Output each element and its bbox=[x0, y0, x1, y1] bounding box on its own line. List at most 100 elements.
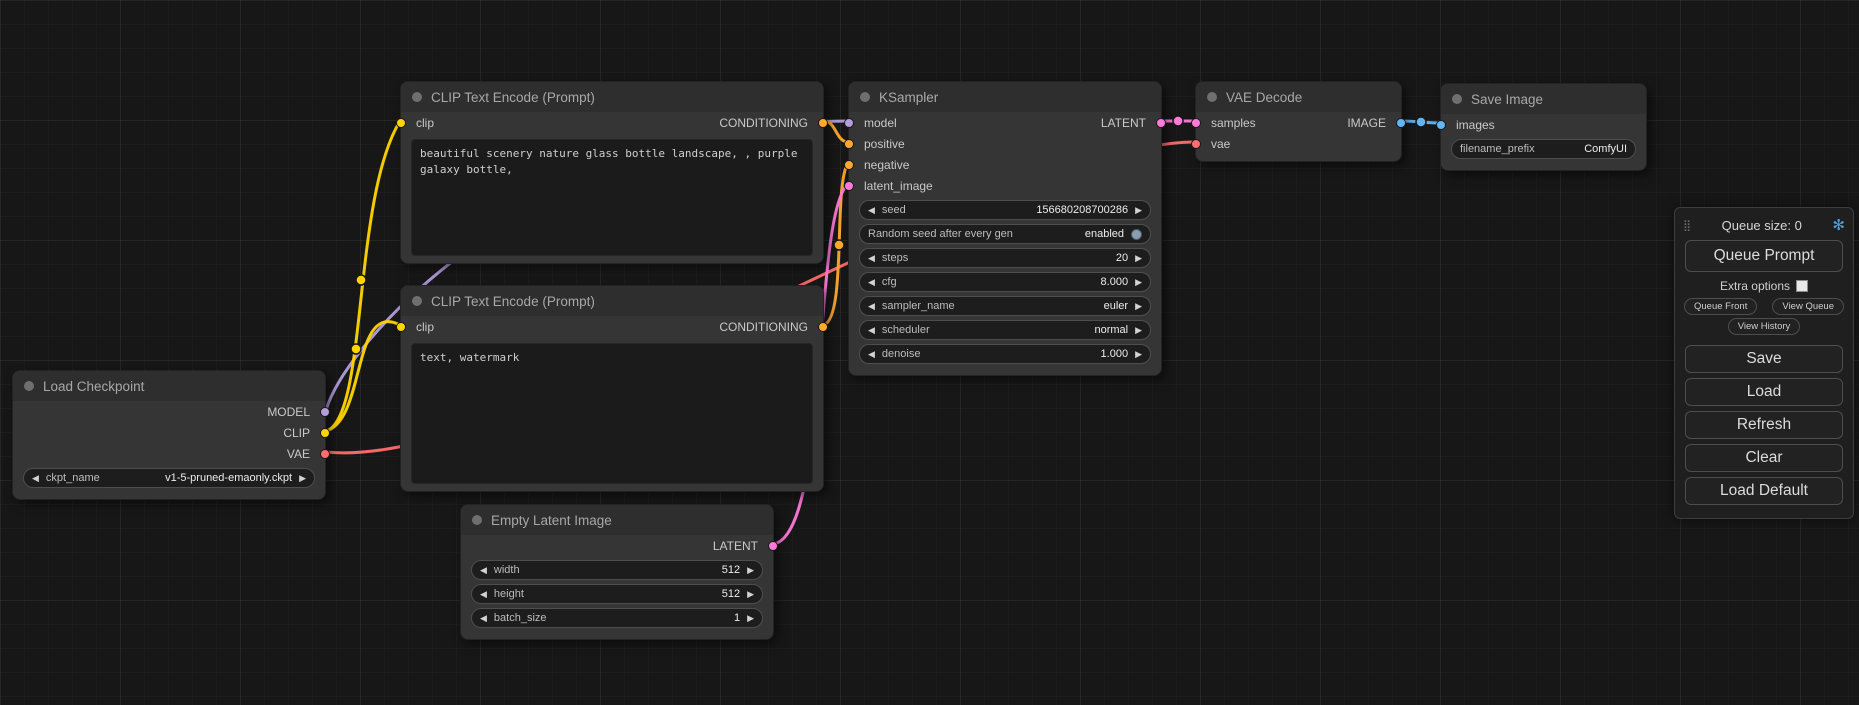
increment-arrow-icon[interactable]: ▶ bbox=[1135, 350, 1142, 359]
widget-value: euler bbox=[1104, 300, 1128, 312]
height-widget[interactable]: ◀ height 512 ▶ bbox=[471, 584, 763, 604]
ckpt-name-widget[interactable]: ◀ ckpt_name v1-5-pruned-emaonly.ckpt ▶ bbox=[23, 468, 315, 488]
io-row: positive bbox=[849, 133, 1161, 154]
clip-input-port[interactable] bbox=[396, 118, 406, 128]
sampler-name-widget[interactable]: ◀ sampler_name euler ▶ bbox=[859, 296, 1151, 316]
decrement-arrow-icon[interactable]: ◀ bbox=[868, 278, 875, 287]
view-queue-button[interactable]: View Queue bbox=[1772, 298, 1844, 315]
decrement-arrow-icon[interactable]: ◀ bbox=[868, 326, 875, 335]
filename-prefix-widget[interactable]: filename_prefix ComfyUI bbox=[1451, 139, 1636, 159]
increment-arrow-icon[interactable]: ▶ bbox=[1135, 254, 1142, 263]
samples-input-port[interactable] bbox=[1191, 118, 1201, 128]
node-title-bar[interactable]: VAE Decode bbox=[1196, 82, 1401, 112]
queue-prompt-button[interactable]: Queue Prompt bbox=[1685, 240, 1843, 272]
node-title-bar[interactable]: CLIP Text Encode (Prompt) bbox=[401, 286, 823, 316]
increment-arrow-icon[interactable]: ▶ bbox=[1135, 302, 1142, 311]
widget-value: 156680208700286 bbox=[1036, 204, 1128, 216]
collapse-dot[interactable] bbox=[1452, 94, 1462, 104]
prompt-textarea[interactable]: text, watermark bbox=[411, 343, 813, 484]
clip-input-port[interactable] bbox=[396, 322, 406, 332]
positive-input-port[interactable] bbox=[844, 139, 854, 149]
image-output-port[interactable] bbox=[1396, 118, 1406, 128]
node-empty-latent-image[interactable]: Empty Latent Image LATENT ◀ width 512 ▶ … bbox=[460, 504, 774, 640]
decrement-arrow-icon[interactable]: ◀ bbox=[480, 614, 487, 623]
node-load-checkpoint[interactable]: Load Checkpoint MODEL CLIP VAE ◀ ckpt_na… bbox=[12, 370, 326, 500]
decrement-arrow-icon[interactable]: ◀ bbox=[868, 350, 875, 359]
node-clip-text-encode-positive[interactable]: CLIP Text Encode (Prompt) clip CONDITION… bbox=[400, 81, 824, 264]
node-title-bar[interactable]: Load Checkpoint bbox=[13, 371, 325, 401]
latent-output-port[interactable] bbox=[768, 541, 778, 551]
denoise-widget[interactable]: ◀ denoise 1.000 ▶ bbox=[859, 344, 1151, 364]
images-input-port[interactable] bbox=[1436, 120, 1446, 130]
vae-output-port[interactable] bbox=[320, 449, 330, 459]
toggle-dot[interactable] bbox=[1131, 229, 1142, 240]
decrement-arrow-icon[interactable]: ◀ bbox=[480, 590, 487, 599]
width-widget[interactable]: ◀ width 512 ▶ bbox=[471, 560, 763, 580]
reroute-dot[interactable] bbox=[351, 344, 361, 354]
collapse-dot[interactable] bbox=[412, 296, 422, 306]
input-label: images bbox=[1456, 118, 1495, 132]
collapse-dot[interactable] bbox=[472, 515, 482, 525]
queue-front-button[interactable]: Queue Front bbox=[1684, 298, 1757, 315]
vae-input-port[interactable] bbox=[1191, 139, 1201, 149]
refresh-button[interactable]: Refresh bbox=[1685, 411, 1843, 439]
node-title-bar[interactable]: KSampler bbox=[849, 82, 1161, 112]
batch-size-widget[interactable]: ◀ batch_size 1 ▶ bbox=[471, 608, 763, 628]
node-save-image[interactable]: Save Image images filename_prefix ComfyU… bbox=[1440, 83, 1647, 171]
conditioning-output-port[interactable] bbox=[818, 322, 828, 332]
latent-image-input-port[interactable] bbox=[844, 181, 854, 191]
node-clip-text-encode-negative[interactable]: CLIP Text Encode (Prompt) clip CONDITION… bbox=[400, 285, 824, 492]
widget-label: steps bbox=[882, 252, 908, 264]
drag-handle-icon[interactable]: ⣿ bbox=[1683, 219, 1691, 232]
input-label: samples bbox=[1211, 116, 1256, 130]
increment-arrow-icon[interactable]: ▶ bbox=[747, 566, 754, 575]
reroute-dot[interactable] bbox=[356, 275, 366, 285]
model-input-port[interactable] bbox=[844, 118, 854, 128]
decrement-arrow-icon[interactable]: ◀ bbox=[868, 254, 875, 263]
node-title-bar[interactable]: Empty Latent Image bbox=[461, 505, 773, 535]
collapse-dot[interactable] bbox=[24, 381, 34, 391]
conditioning-output-port[interactable] bbox=[818, 118, 828, 128]
collapse-dot[interactable] bbox=[860, 92, 870, 102]
gear-icon[interactable]: ✻ bbox=[1832, 216, 1845, 234]
clip-output-port[interactable] bbox=[320, 428, 330, 438]
view-history-button[interactable]: View History bbox=[1728, 318, 1801, 335]
node-ksampler[interactable]: KSampler model LATENT positive negative … bbox=[848, 81, 1162, 376]
scheduler-widget[interactable]: ◀ scheduler normal ▶ bbox=[859, 320, 1151, 340]
increment-arrow-icon[interactable]: ▶ bbox=[1135, 278, 1142, 287]
save-button[interactable]: Save bbox=[1685, 345, 1843, 373]
reroute-dot[interactable] bbox=[834, 240, 844, 250]
increment-arrow-icon[interactable]: ▶ bbox=[1135, 326, 1142, 335]
extra-options-checkbox[interactable] bbox=[1796, 280, 1808, 292]
random-seed-toggle-widget[interactable]: Random seed after every gen enabled bbox=[859, 224, 1151, 244]
model-output-port[interactable] bbox=[320, 407, 330, 417]
node-vae-decode[interactable]: VAE Decode samples IMAGE vae bbox=[1195, 81, 1402, 162]
collapse-dot[interactable] bbox=[412, 92, 422, 102]
node-title: CLIP Text Encode (Prompt) bbox=[431, 294, 595, 309]
clear-button[interactable]: Clear bbox=[1685, 444, 1843, 472]
node-title-bar[interactable]: Save Image bbox=[1441, 84, 1646, 114]
increment-arrow-icon[interactable]: ▶ bbox=[747, 614, 754, 623]
decrement-arrow-icon[interactable]: ◀ bbox=[868, 206, 875, 215]
cfg-widget[interactable]: ◀ cfg 8.000 ▶ bbox=[859, 272, 1151, 292]
prompt-textarea[interactable]: beautiful scenery nature glass bottle la… bbox=[411, 139, 813, 256]
node-title-bar[interactable]: CLIP Text Encode (Prompt) bbox=[401, 82, 823, 112]
queue-panel[interactable]: ⣿ Queue size: 0 ✻ Queue Prompt Extra opt… bbox=[1674, 207, 1854, 519]
io-row: samples IMAGE bbox=[1196, 112, 1401, 133]
steps-widget[interactable]: ◀ steps 20 ▶ bbox=[859, 248, 1151, 268]
increment-arrow-icon[interactable]: ▶ bbox=[1135, 206, 1142, 215]
output-label: CONDITIONING bbox=[719, 320, 808, 334]
increment-arrow-icon[interactable]: ▶ bbox=[299, 474, 306, 483]
widget-label: scheduler bbox=[882, 324, 930, 336]
load-default-button[interactable]: Load Default bbox=[1685, 477, 1843, 505]
negative-input-port[interactable] bbox=[844, 160, 854, 170]
collapse-dot[interactable] bbox=[1207, 92, 1217, 102]
decrement-arrow-icon[interactable]: ◀ bbox=[480, 566, 487, 575]
decrement-arrow-icon[interactable]: ◀ bbox=[868, 302, 875, 311]
latent-output-port[interactable] bbox=[1156, 118, 1166, 128]
increment-arrow-icon[interactable]: ▶ bbox=[747, 590, 754, 599]
seed-widget[interactable]: ◀ seed 156680208700286 ▶ bbox=[859, 200, 1151, 220]
node-graph-canvas[interactable]: { "colors": { "model": "#b39ddb", "clip"… bbox=[0, 0, 1859, 705]
decrement-arrow-icon[interactable]: ◀ bbox=[32, 474, 39, 483]
load-button[interactable]: Load bbox=[1685, 378, 1843, 406]
